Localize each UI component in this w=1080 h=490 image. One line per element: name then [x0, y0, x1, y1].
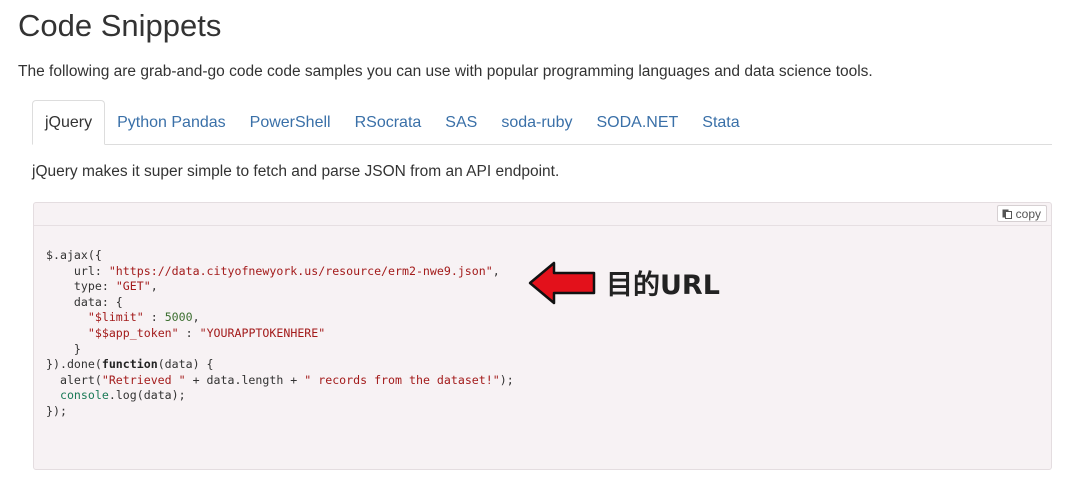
- code-line: "$$app_token" : "YOURAPPTOKENHERE": [87, 325, 326, 340]
- code-line: console.log(data);: [59, 388, 186, 403]
- code-line: });: [46, 403, 67, 418]
- code-line: url: "https://data.cityofnewyork.us/reso…: [46, 263, 500, 278]
- annotation-callout: 目的URL: [528, 261, 720, 310]
- copy-label: copy: [1015, 206, 1041, 221]
- tab-python-pandas[interactable]: Python Pandas: [105, 101, 238, 144]
- intro-text: The following are grab-and-go code code …: [18, 63, 873, 80]
- tab-stata[interactable]: Stata: [690, 101, 751, 144]
- left-arrow-icon: [528, 261, 596, 310]
- tab-soda-ruby[interactable]: soda-ruby: [489, 101, 584, 144]
- language-tabs: jQuery Python Pandas PowerShell RSocrata…: [32, 100, 1052, 145]
- annotation-label: 目的URL: [606, 269, 720, 301]
- copy-button[interactable]: copy: [996, 205, 1047, 222]
- code-block: $.ajax({ url: "https://data.cityofnewyor…: [46, 248, 514, 420]
- code-toolbar: copy: [34, 203, 1051, 226]
- code-line: }: [46, 341, 81, 356]
- code-line: }).done(function(data) {: [46, 357, 214, 372]
- url-string: "https://data.cityofnewyork.us/resource/…: [108, 263, 493, 278]
- code-line: data: {: [46, 294, 123, 309]
- code-line: type: "GET",: [46, 279, 158, 294]
- tab-rsocrata[interactable]: RSocrata: [343, 101, 434, 144]
- code-panel: copy $.ajax({ url: "https://data.cityofn…: [33, 202, 1052, 470]
- tab-sas[interactable]: SAS: [433, 101, 489, 144]
- tab-jquery[interactable]: jQuery: [32, 100, 106, 145]
- page-title: Code Snippets: [18, 8, 222, 43]
- snippet-description: jQuery makes it super simple to fetch an…: [32, 163, 560, 180]
- tab-powershell[interactable]: PowerShell: [238, 101, 343, 144]
- code-line: "$limit" : 5000,: [87, 310, 200, 325]
- code-line: alert("Retrieved " + data.length + " rec…: [46, 372, 514, 387]
- code-line: $.ajax({: [46, 248, 102, 262]
- clipboard-icon: [1002, 208, 1013, 219]
- tab-soda-net[interactable]: SODA.NET: [584, 101, 690, 144]
